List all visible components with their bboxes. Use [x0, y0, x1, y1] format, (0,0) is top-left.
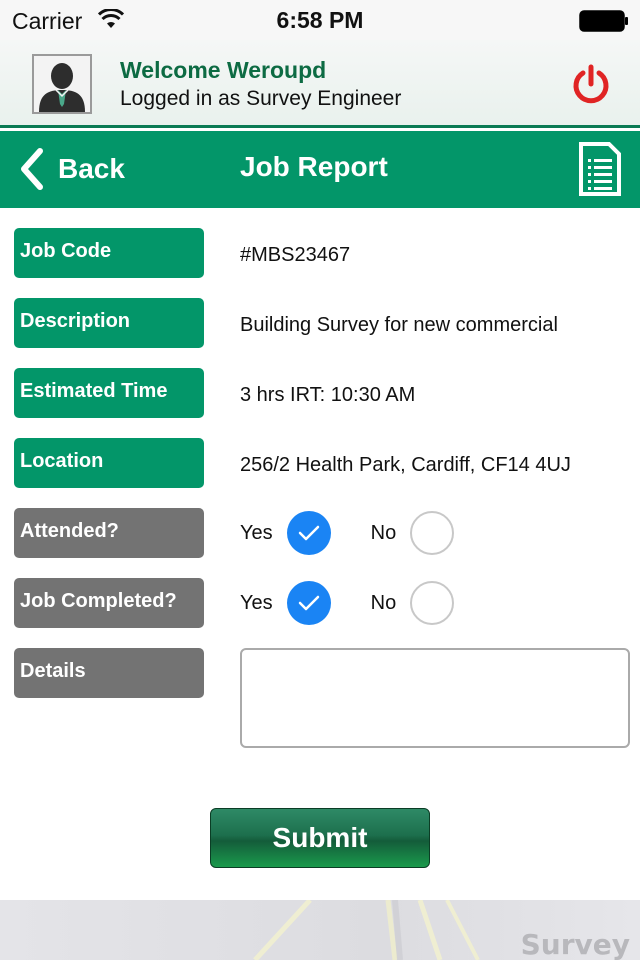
user-role: Logged in as Survey Engineer	[120, 87, 402, 110]
job-completed-label: Job Completed?	[14, 578, 204, 628]
chevron-left-icon	[21, 148, 43, 190]
description-value: Building Survey for new commercial	[240, 314, 558, 336]
field-row-attended: Attended? Yes No	[0, 508, 640, 560]
location-label: Location	[14, 438, 204, 488]
attended-yes-label: Yes	[240, 521, 273, 544]
job-completed-radio-group: Yes No	[240, 578, 455, 628]
checkmark-icon	[298, 525, 319, 541]
clock: 6:58 PM	[276, 7, 364, 33]
field-row-details: Details	[0, 648, 640, 750]
attended-yes-radio[interactable]	[286, 511, 331, 555]
status-bar: Carrier 6:58 PM	[0, 0, 640, 40]
user-avatar-icon	[39, 63, 85, 112]
details-label: Details	[14, 648, 204, 698]
job-code-label: Job Code	[14, 228, 204, 278]
job-code-value: #MBS23467	[240, 244, 351, 266]
checkmark-icon	[298, 595, 319, 611]
document-list-icon[interactable]	[578, 141, 622, 197]
battery-icon	[579, 10, 628, 32]
location-value: 256/2 Health Park, Cardiff, CF14 4UJ	[240, 454, 571, 476]
details-input[interactable]	[240, 648, 630, 748]
attended-no-label: No	[370, 521, 397, 544]
nav-bar: Back Job Report	[0, 131, 640, 208]
field-row-estimated-time: Estimated Time 3 hrs IRT: 10:30 AM	[0, 368, 640, 420]
power-icon[interactable]	[570, 64, 612, 106]
estimated-time-value: 3 hrs IRT: 10:30 AM	[240, 384, 416, 406]
job-completed-yes-radio[interactable]	[286, 581, 331, 625]
footer-banner: Survey	[0, 900, 640, 960]
attended-no-radio[interactable]	[410, 511, 455, 555]
attended-radio-group: Yes No	[240, 508, 455, 558]
user-header: Welcome Weroupd Logged in as Survey Engi…	[0, 40, 640, 128]
avatar	[32, 54, 92, 114]
description-label: Description	[14, 298, 204, 348]
job-completed-no-radio[interactable]	[410, 581, 455, 625]
welcome-message: Welcome Weroupd	[120, 57, 327, 83]
footer-brand: Survey	[520, 928, 630, 960]
field-row-location: Location 256/2 Health Park, Cardiff, CF1…	[0, 438, 640, 490]
estimated-time-label: Estimated Time	[14, 368, 204, 418]
back-label: Back	[58, 153, 125, 184]
attended-label: Attended?	[14, 508, 204, 558]
page-title: Job Report	[240, 151, 388, 182]
field-row-description: Description Building Survey for new comm…	[0, 298, 640, 350]
field-row-job-completed: Job Completed? Yes No	[0, 578, 640, 630]
submit-button[interactable]: Submit	[210, 808, 430, 868]
job-completed-yes-label: Yes	[240, 591, 273, 614]
job-completed-no-label: No	[370, 591, 397, 614]
field-row-job-code: Job Code #MBS23467	[0, 228, 640, 280]
back-button[interactable]: Back	[18, 145, 125, 193]
